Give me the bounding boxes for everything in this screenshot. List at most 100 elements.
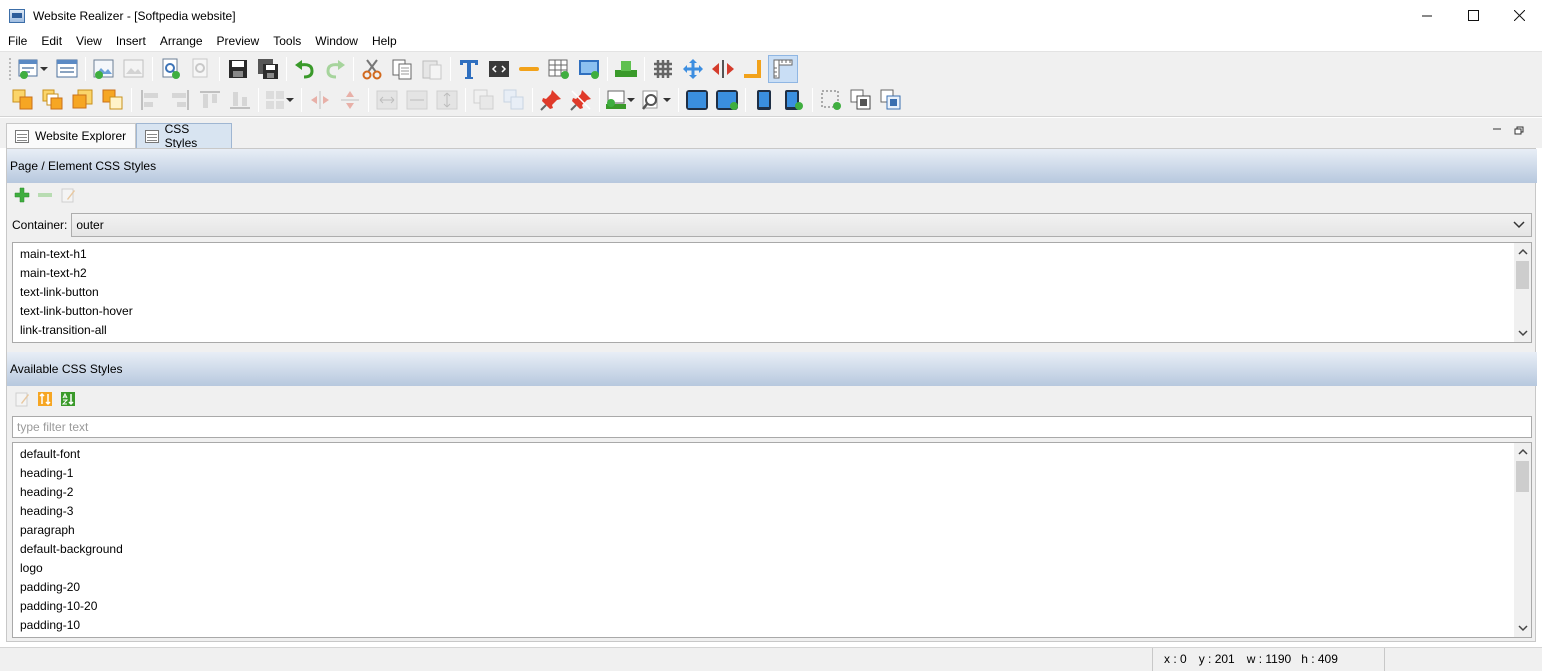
menu-edit[interactable]: Edit [34,31,69,51]
same-width-button[interactable] [372,86,402,114]
edit-style-button[interactable] [56,184,79,206]
container-select[interactable]: outer [71,213,1532,237]
upload-button[interactable] [603,86,629,114]
distribute-vertical-button[interactable] [335,86,365,114]
list-item[interactable]: default-font [13,445,1531,464]
list-item[interactable]: heading-3 [13,502,1531,521]
corner-button[interactable] [738,55,768,83]
list-item[interactable]: link-transition-all [13,321,1531,340]
pin-button[interactable] [536,86,566,114]
tablet-landscape-add-button[interactable] [712,86,742,114]
remove-style-button[interactable] [33,184,56,206]
text-button[interactable] [454,55,484,83]
list-item[interactable]: padding-10-20 [13,597,1531,616]
undo-button[interactable] [290,55,320,83]
menu-file[interactable]: File [0,31,34,51]
list-item[interactable]: paragraph [13,521,1531,540]
available-styles-scrollbar[interactable] [1514,443,1531,637]
filter-input[interactable] [12,416,1532,438]
page-properties-button[interactable] [52,55,82,83]
phone-portrait-add-button[interactable] [779,86,809,114]
list-item[interactable]: padding-10 [13,616,1531,635]
menu-help[interactable]: Help [365,31,404,51]
send-backward-button[interactable] [68,86,98,114]
align-right-button[interactable] [165,86,195,114]
list-item[interactable]: default-background [13,540,1531,559]
preview-page-button[interactable] [156,55,186,83]
move-button[interactable] [678,55,708,83]
tab-website-explorer[interactable]: Website Explorer [6,123,136,148]
redo-button[interactable] [320,55,350,83]
zoom-button[interactable] [639,86,665,114]
menu-view[interactable]: View [69,31,109,51]
scroll-up-button[interactable] [1514,243,1531,260]
maximize-button[interactable] [1450,0,1496,31]
image-insert-button[interactable] [574,55,604,83]
screenshot-button[interactable] [846,86,876,114]
menu-tools[interactable]: Tools [266,31,308,51]
new-image-button[interactable] [89,55,119,83]
same-size-button[interactable] [402,86,432,114]
list-item[interactable]: logo [13,559,1531,578]
ungroup-button[interactable] [499,86,529,114]
list-item[interactable]: main-text-h2 [13,264,1531,283]
group-button[interactable] [469,86,499,114]
phone-portrait-button[interactable] [749,86,779,114]
save-all-button[interactable] [253,55,283,83]
menu-preview[interactable]: Preview [210,31,267,51]
copy-button[interactable] [387,55,417,83]
list-item[interactable]: text-link-button-hover [13,302,1531,321]
close-button[interactable] [1496,0,1542,31]
panel-restore-button[interactable] [1514,126,1524,138]
bring-forward-button[interactable] [38,86,68,114]
scroll-up-button[interactable] [1514,443,1531,460]
new-page-button[interactable] [16,55,42,83]
save-button[interactable] [223,55,253,83]
sort-az-button[interactable] [56,388,79,410]
cut-button[interactable] [357,55,387,83]
table-button[interactable] [544,55,574,83]
list-item[interactable]: main-text-h1 [13,245,1531,264]
ruler-button[interactable] [768,54,798,83]
paste-button[interactable] [417,55,447,83]
menu-insert[interactable]: Insert [109,31,153,51]
edit-available-style-button[interactable] [10,388,33,410]
list-item[interactable]: heading-1 [13,464,1531,483]
same-height-button[interactable] [432,86,462,114]
select-area-button[interactable] [816,86,846,114]
sort-button[interactable] [33,388,56,410]
minimize-button[interactable] [1404,0,1450,31]
menu-arrange[interactable]: Arrange [153,31,210,51]
image-disabled-button[interactable] [119,55,149,83]
panel-minimize-button[interactable] [1492,126,1502,137]
scroll-thumb[interactable] [1516,261,1529,289]
screenshot-alt-button[interactable] [876,86,906,114]
menu-window[interactable]: Window [308,31,365,51]
line-button[interactable] [514,55,544,83]
scroll-thumb[interactable] [1516,461,1529,492]
toolbar-grip[interactable] [8,56,12,81]
bring-to-front-button[interactable] [8,86,38,114]
layout-grid-button[interactable] [262,86,288,114]
scroll-down-button[interactable] [1514,620,1531,637]
tab-css-styles[interactable]: CSS Styles [136,122,232,150]
page-styles-list[interactable]: main-text-h1 main-text-h2 text-link-butt… [12,242,1532,343]
grid-button[interactable] [648,55,678,83]
preview-disabled-button[interactable] [186,55,216,83]
align-top-button[interactable] [195,86,225,114]
list-item[interactable]: heading-2 [13,483,1531,502]
unpin-button[interactable] [566,86,596,114]
scroll-down-button[interactable] [1514,325,1531,342]
send-to-back-button[interactable] [98,86,128,114]
tablet-landscape-button[interactable] [682,86,712,114]
html-code-button[interactable] [484,55,514,83]
list-item[interactable]: padding-20 [13,578,1531,597]
align-bottom-button[interactable] [225,86,255,114]
resize-horizontal-button[interactable] [708,55,738,83]
available-styles-list[interactable]: default-font heading-1 heading-2 heading… [12,442,1532,638]
distribute-horizontal-button[interactable] [305,86,335,114]
add-style-button[interactable] [10,184,33,206]
list-item[interactable]: text-link-button [13,283,1531,302]
publish-button[interactable] [611,55,641,83]
align-left-button[interactable] [135,86,165,114]
